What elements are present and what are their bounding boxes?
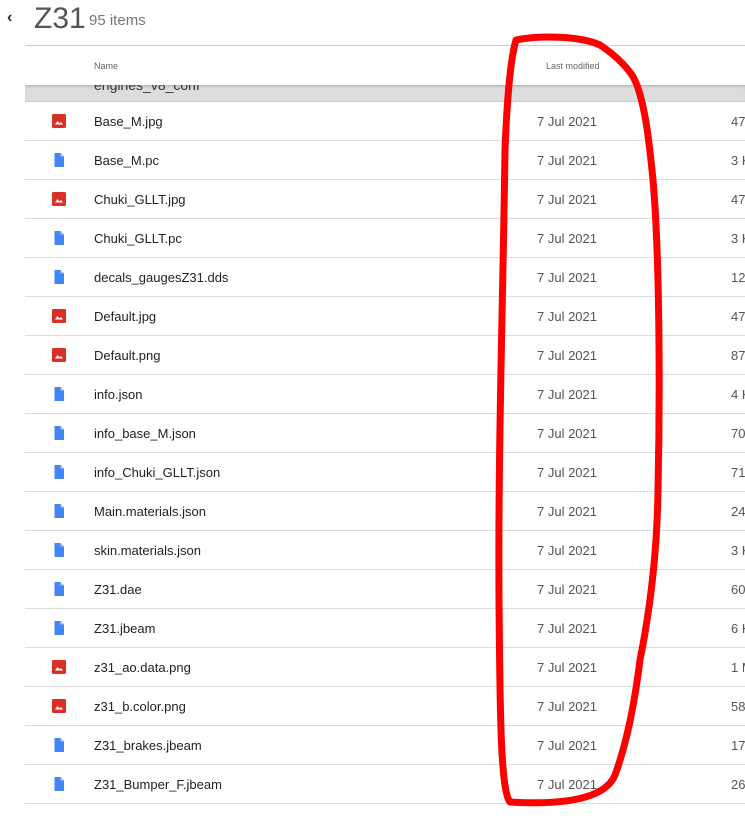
document-file-icon <box>54 270 64 284</box>
file-modified: 7 Jul 2021 <box>537 114 597 129</box>
file-size: 17 <box>731 738 745 753</box>
file-name: Default.png <box>94 348 161 363</box>
document-file-icon <box>54 387 64 401</box>
list-item-partial[interactable]: engines_v8_conf <box>25 85 745 102</box>
file-modified: 7 Jul 2021 <box>537 309 597 324</box>
file-modified: 7 Jul 2021 <box>537 231 597 246</box>
file-size: 71 <box>731 465 745 480</box>
document-file-icon <box>54 777 64 791</box>
list-item[interactable]: Default.png 7 Jul 2021 87 <box>25 336 745 375</box>
document-file-icon <box>54 465 64 479</box>
file-size: 24 <box>731 504 745 519</box>
column-headers: Name Last modified <box>25 46 745 85</box>
list-item[interactable]: decals_gaugesZ31.dds 7 Jul 2021 12 <box>25 258 745 297</box>
file-name: Z31.jbeam <box>94 621 156 636</box>
list-item[interactable]: Z31_Bumper_F.jbeam 7 Jul 2021 26 <box>25 765 745 804</box>
file-size: 3 K <box>731 543 745 558</box>
list-item[interactable]: z31_ao.data.png 7 Jul 2021 1 M <box>25 648 745 687</box>
file-name: info.json <box>94 387 143 402</box>
file-modified: 7 Jul 2021 <box>537 270 597 285</box>
file-name: skin.materials.json <box>94 543 201 558</box>
file-modified: 7 Jul 2021 <box>537 387 597 402</box>
file-name: Z31_Bumper_F.jbeam <box>94 777 222 792</box>
file-size: 60 <box>731 582 745 597</box>
folder-title: Z31 <box>34 2 86 35</box>
file-size: 47 <box>731 309 745 324</box>
file-name: Main.materials.json <box>94 504 206 519</box>
file-size: 47 <box>731 114 745 129</box>
file-name: engines_v8_conf <box>94 85 200 93</box>
document-file-icon <box>54 543 64 557</box>
image-file-icon <box>52 660 66 674</box>
file-name: Base_M.jpg <box>94 114 163 129</box>
file-size: 87 <box>731 348 745 363</box>
document-file-icon <box>54 582 64 596</box>
list-item[interactable]: skin.materials.json 7 Jul 2021 3 K <box>25 531 745 570</box>
list-item[interactable]: info.json 7 Jul 2021 4 K <box>25 375 745 414</box>
file-size: 4 K <box>731 387 745 402</box>
file-name: info_Chuki_GLLT.json <box>94 465 221 480</box>
file-modified: 7 Jul 2021 <box>537 777 597 792</box>
document-file-icon <box>54 426 64 440</box>
file-name: Z31_brakes.jbeam <box>94 738 202 753</box>
file-name: z31_b.color.png <box>94 699 186 714</box>
file-modified: 7 Jul 2021 <box>537 738 597 753</box>
file-modified: 7 Jul 2021 <box>537 153 597 168</box>
list-item[interactable]: z31_b.color.png 7 Jul 2021 58 <box>25 687 745 726</box>
image-file-icon <box>52 114 66 128</box>
back-button[interactable]: ‹ <box>7 9 12 27</box>
image-file-icon <box>52 309 66 323</box>
column-header-last-modified[interactable]: Last modified <box>546 61 600 71</box>
file-modified: 7 Jul 2021 <box>537 543 597 558</box>
file-modified: 7 Jul 2021 <box>537 699 597 714</box>
file-size: 58 <box>731 699 745 714</box>
file-name: info_base_M.json <box>94 426 196 441</box>
file-name: z31_ao.data.png <box>94 660 191 675</box>
file-modified: 7 Jul 2021 <box>537 192 597 207</box>
file-name: Base_M.pc <box>94 153 160 168</box>
document-file-icon <box>54 738 64 752</box>
file-modified: 7 Jul 2021 <box>537 465 597 480</box>
document-file-icon <box>54 153 64 167</box>
list-item[interactable]: info_Chuki_GLLT.json 7 Jul 2021 71 <box>25 453 745 492</box>
file-size: 6 K <box>731 621 745 636</box>
file-modified: 7 Jul 2021 <box>537 582 597 597</box>
file-modified: 7 Jul 2021 <box>537 504 597 519</box>
file-modified: 7 Jul 2021 <box>537 660 597 675</box>
list-item[interactable]: info_base_M.json 7 Jul 2021 70 <box>25 414 745 453</box>
document-file-icon <box>54 621 64 635</box>
list-item[interactable]: Z31_brakes.jbeam 7 Jul 2021 17 <box>25 726 745 765</box>
file-name: Chuki_GLLT.jpg <box>94 192 186 207</box>
column-header-name[interactable]: Name <box>94 61 118 71</box>
file-size: 12 <box>731 270 745 285</box>
image-file-icon <box>52 192 66 206</box>
file-size: 3 K <box>731 231 745 246</box>
image-file-icon <box>52 699 66 713</box>
file-size: 26 <box>731 777 745 792</box>
file-list: Name Last modified engines_v8_conf Base_… <box>25 45 745 804</box>
list-item[interactable]: Base_M.jpg 7 Jul 2021 47 <box>25 102 745 141</box>
file-name: Z31.dae <box>94 582 142 597</box>
list-item[interactable]: Chuki_GLLT.pc 7 Jul 2021 3 K <box>25 219 745 258</box>
file-size: 47 <box>731 192 745 207</box>
list-item[interactable]: Chuki_GLLT.jpg 7 Jul 2021 47 <box>25 180 745 219</box>
file-modified: 7 Jul 2021 <box>537 426 597 441</box>
file-name: Chuki_GLLT.pc <box>94 231 182 246</box>
item-count: 95 items <box>89 12 146 29</box>
file-size: 1 M <box>731 660 745 675</box>
list-item[interactable]: Z31.jbeam 7 Jul 2021 6 K <box>25 609 745 648</box>
image-file-icon <box>52 348 66 362</box>
document-file-icon <box>54 231 64 245</box>
file-modified: 7 Jul 2021 <box>537 621 597 636</box>
list-item[interactable]: Z31.dae 7 Jul 2021 60 <box>25 570 745 609</box>
file-name: Default.jpg <box>94 309 157 324</box>
file-size: 70 <box>731 426 745 441</box>
list-item[interactable]: Default.jpg 7 Jul 2021 47 <box>25 297 745 336</box>
list-item[interactable]: Base_M.pc 7 Jul 2021 3 K <box>25 141 745 180</box>
file-size: 3 K <box>731 153 745 168</box>
file-name: decals_gaugesZ31.dds <box>94 270 229 285</box>
file-modified: 7 Jul 2021 <box>537 348 597 363</box>
list-item[interactable]: Main.materials.json 7 Jul 2021 24 <box>25 492 745 531</box>
document-file-icon <box>54 504 64 518</box>
